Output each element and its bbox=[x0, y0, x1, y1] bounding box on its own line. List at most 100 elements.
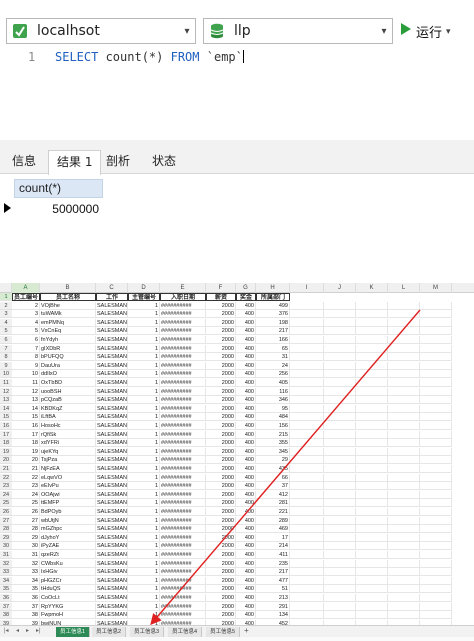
empty-cell[interactable] bbox=[290, 422, 324, 430]
empty-cell[interactable] bbox=[290, 585, 324, 594]
cell[interactable]: 51 bbox=[256, 585, 290, 594]
cell[interactable]: SALESMAN bbox=[96, 508, 128, 516]
empty-cell[interactable] bbox=[290, 387, 324, 396]
row-number[interactable]: 21 bbox=[0, 465, 12, 473]
cell[interactable]: SALESMAN bbox=[96, 447, 128, 456]
empty-cell[interactable] bbox=[290, 336, 324, 344]
row-number[interactable]: 22 bbox=[0, 473, 12, 482]
empty-cell[interactable] bbox=[290, 396, 324, 405]
empty-cell[interactable] bbox=[324, 353, 356, 362]
cell[interactable]: 484 bbox=[256, 413, 290, 422]
row-number[interactable]: 16 bbox=[0, 422, 12, 430]
empty-cell[interactable] bbox=[290, 551, 324, 559]
column-header-c[interactable]: C bbox=[96, 283, 128, 293]
cell[interactable]: 15 bbox=[12, 413, 40, 422]
cell[interactable]: fnYdyh bbox=[40, 336, 96, 344]
empty-cell[interactable] bbox=[356, 542, 388, 551]
cell[interactable]: 2000 bbox=[206, 585, 236, 594]
cell[interactable]: 1 bbox=[128, 525, 160, 534]
row-number[interactable]: 27 bbox=[0, 516, 12, 525]
cell[interactable]: ########## bbox=[160, 465, 206, 473]
empty-cell[interactable] bbox=[356, 413, 388, 422]
cell[interactable]: 400 bbox=[236, 404, 256, 413]
row-number[interactable]: 37 bbox=[0, 602, 12, 611]
cell[interactable]: 215 bbox=[256, 430, 290, 439]
cell[interactable]: ujeKYq bbox=[40, 447, 96, 456]
cell[interactable]: 1 bbox=[128, 490, 160, 499]
empty-cell[interactable] bbox=[420, 499, 452, 508]
last-sheet-icon[interactable]: ▸| bbox=[36, 627, 41, 634]
column-header-h[interactable]: H bbox=[256, 283, 290, 293]
cell[interactable]: 25 bbox=[12, 499, 40, 508]
empty-cell[interactable] bbox=[290, 508, 324, 516]
cell[interactable]: 6 bbox=[12, 336, 40, 344]
empty-cell[interactable] bbox=[388, 490, 420, 499]
empty-cell[interactable] bbox=[324, 370, 356, 379]
cell[interactable]: CoOcLt bbox=[40, 594, 96, 602]
cell[interactable]: KBDKqZ bbox=[40, 404, 96, 413]
cell[interactable]: SALESMAN bbox=[96, 422, 128, 430]
row-number[interactable]: 30 bbox=[0, 542, 12, 551]
cell[interactable]: SALESMAN bbox=[96, 465, 128, 473]
sheet-tab-3[interactable]: 员工信息3 bbox=[130, 627, 165, 637]
cell[interactable]: SALESMAN bbox=[96, 301, 128, 310]
cell[interactable]: 400 bbox=[236, 310, 256, 319]
cell[interactable]: 37 bbox=[12, 602, 40, 611]
header-cell[interactable]: 员工编号 bbox=[12, 293, 40, 301]
empty-cell[interactable] bbox=[356, 465, 388, 473]
cell[interactable]: SALESMAN bbox=[96, 396, 128, 405]
cell[interactable]: 2000 bbox=[206, 353, 236, 362]
empty-cell[interactable] bbox=[290, 568, 324, 577]
cell[interactable]: 2000 bbox=[206, 542, 236, 551]
cell[interactable]: pHGZCr bbox=[40, 576, 96, 585]
header-cell[interactable]: 奖金 bbox=[236, 293, 256, 301]
cell[interactable]: 400 bbox=[236, 370, 256, 379]
cell[interactable]: 31 bbox=[12, 551, 40, 559]
cell[interactable]: 2000 bbox=[206, 456, 236, 465]
cell[interactable]: ########## bbox=[160, 361, 206, 370]
empty-cell[interactable] bbox=[356, 508, 388, 516]
cell[interactable]: 66 bbox=[256, 473, 290, 482]
row-number[interactable]: 4 bbox=[0, 318, 12, 327]
empty-cell[interactable] bbox=[420, 473, 452, 482]
cell[interactable]: ########## bbox=[160, 379, 206, 387]
cell[interactable]: 13 bbox=[12, 396, 40, 405]
empty-cell[interactable] bbox=[420, 387, 452, 396]
cell[interactable]: ########## bbox=[160, 611, 206, 620]
cell[interactable]: 400 bbox=[236, 379, 256, 387]
cell[interactable]: rQfiSk bbox=[40, 430, 96, 439]
cell[interactable]: 2000 bbox=[206, 525, 236, 534]
empty-cell[interactable] bbox=[388, 482, 420, 491]
empty-cell[interactable] bbox=[324, 430, 356, 439]
cell[interactable]: SALESMAN bbox=[96, 559, 128, 568]
empty-cell[interactable] bbox=[324, 336, 356, 344]
cell[interactable]: 400 bbox=[236, 525, 256, 534]
empty-cell[interactable] bbox=[324, 533, 356, 542]
empty-cell[interactable] bbox=[356, 611, 388, 620]
row-number[interactable]: 31 bbox=[0, 551, 12, 559]
empty-cell[interactable] bbox=[420, 310, 452, 319]
empty-cell[interactable] bbox=[388, 396, 420, 405]
empty-cell[interactable] bbox=[388, 318, 420, 327]
cell[interactable]: dJyhoY bbox=[40, 533, 96, 542]
empty-cell[interactable] bbox=[356, 456, 388, 465]
cell[interactable]: 32 bbox=[12, 559, 40, 568]
cell[interactable]: ########## bbox=[160, 602, 206, 611]
cell[interactable]: OxTbBD bbox=[40, 379, 96, 387]
empty-cell[interactable] bbox=[420, 404, 452, 413]
row-number[interactable]: 26 bbox=[0, 508, 12, 516]
run-button[interactable]: 运行 ▾ bbox=[400, 20, 451, 42]
empty-cell[interactable] bbox=[420, 559, 452, 568]
cell[interactable]: 1 bbox=[128, 361, 160, 370]
cell[interactable]: bPUFQQ bbox=[40, 353, 96, 362]
header-cell[interactable]: 薪资 bbox=[206, 293, 236, 301]
cell[interactable]: 65 bbox=[256, 344, 290, 353]
cell[interactable]: SALESMAN bbox=[96, 576, 128, 585]
empty-cell[interactable] bbox=[356, 336, 388, 344]
empty-cell[interactable] bbox=[420, 611, 452, 620]
cell[interactable]: 499 bbox=[256, 301, 290, 310]
cell[interactable]: iPyZAE bbox=[40, 542, 96, 551]
cell[interactable]: 400 bbox=[236, 353, 256, 362]
empty-cell[interactable] bbox=[356, 490, 388, 499]
empty-cell[interactable] bbox=[420, 576, 452, 585]
